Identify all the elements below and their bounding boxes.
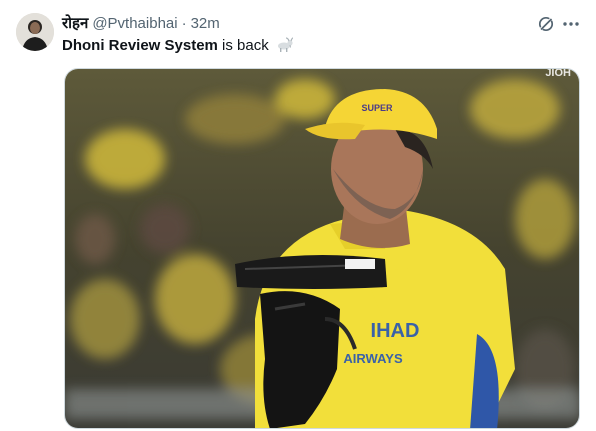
tweet-text-bold: Dhoni Review System (62, 37, 218, 54)
broadcast-watermark: JIOH (545, 68, 571, 79)
tweet-media-photo[interactable]: SUPER IHAD AIRWAYS JIOH (64, 68, 580, 429)
timestamp[interactable]: 32m (191, 15, 220, 32)
jersey-text-bottom: AIRWAYS (343, 351, 403, 366)
tweet-text-rest: is back (217, 37, 269, 54)
tweet-text: Dhoni Review System is back (62, 36, 294, 59)
separator-dot: · (181, 14, 187, 32)
avatar[interactable] (16, 13, 54, 51)
more-icon[interactable] (560, 14, 582, 34)
jersey-text-top: IHAD (371, 320, 420, 342)
photo-illustration: SUPER IHAD AIRWAYS (65, 69, 579, 428)
tweet-card[interactable]: रोहन @Pvthaibhai · 32m Dhoni Review Syst… (0, 0, 596, 431)
user-handle[interactable]: @Pvthaibhai (92, 15, 177, 32)
tweet-header: रोहन @Pvthaibhai · 32m (62, 13, 220, 33)
grok-icon[interactable] (535, 14, 557, 34)
avatar-image (16, 13, 54, 51)
display-name[interactable]: रोहन (62, 13, 88, 33)
goat-icon (276, 37, 294, 59)
helmet-logo-text: SUPER (361, 103, 393, 113)
